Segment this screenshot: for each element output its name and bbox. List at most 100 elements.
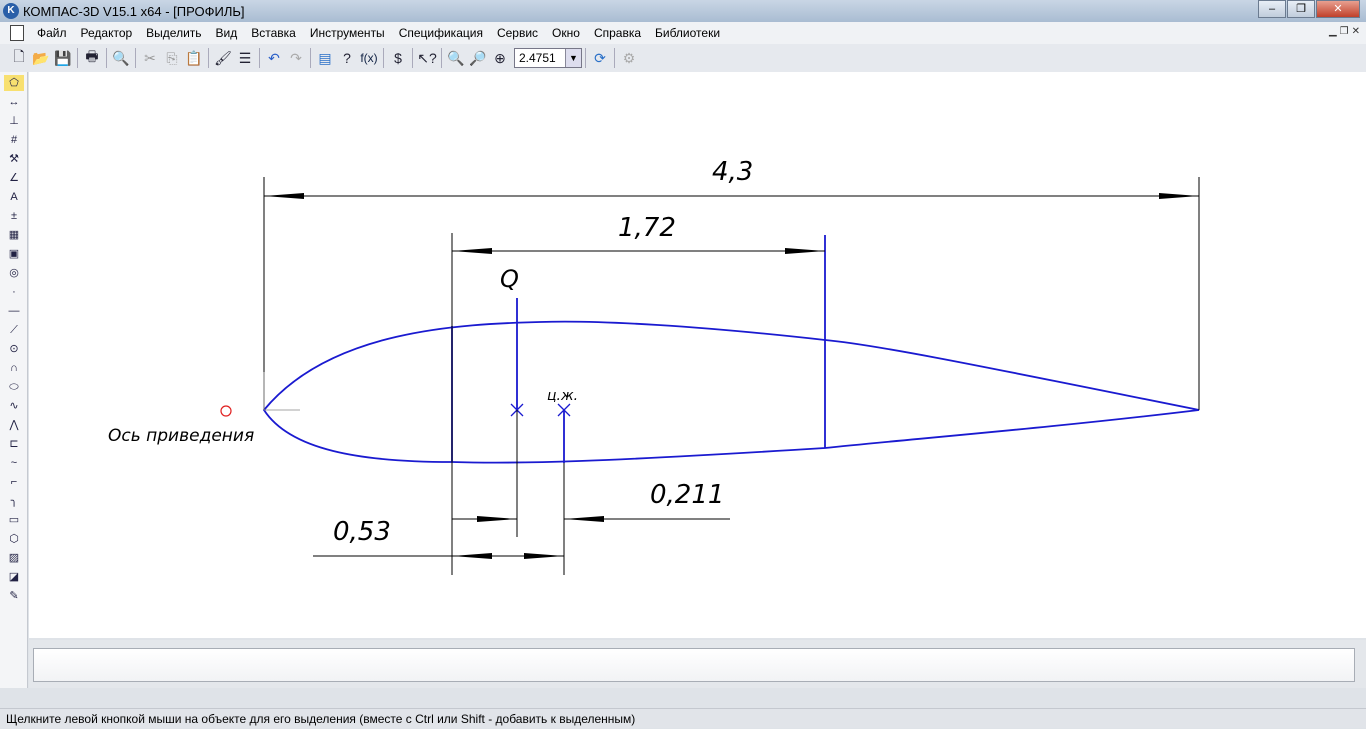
dim-total-label[interactable]: 4,3	[712, 157, 753, 187]
refresh-icon[interactable]: ⟳	[589, 47, 611, 69]
separator	[383, 48, 384, 68]
help-pointer-icon[interactable]: ↖?	[416, 47, 438, 69]
mdi-minimize-button[interactable]: ▁	[1329, 26, 1337, 37]
mdi-close-button[interactable]: ✕	[1352, 26, 1360, 37]
separator	[441, 48, 442, 68]
copy-icon[interactable]: ⎘	[161, 47, 183, 69]
brush-icon[interactable]: 🖌	[212, 47, 234, 69]
edit-icon[interactable]: #	[4, 132, 24, 148]
hatch-icon[interactable]: ▨	[4, 550, 24, 566]
circle-icon[interactable]: ⊙	[4, 341, 24, 357]
segment-icon[interactable]: ⟋	[4, 322, 24, 338]
menu-specification[interactable]: Спецификация	[392, 26, 490, 40]
mdi-restore-button[interactable]: ❐	[1340, 26, 1349, 37]
window-title: КОМПАС-3D V15.1 x64 - [ПРОФИЛЬ]	[23, 3, 245, 19]
open-folder-icon[interactable]: 📂	[30, 47, 52, 69]
fx-icon[interactable]: f(x)	[358, 47, 380, 69]
ellipse-icon[interactable]: ⬭	[4, 379, 24, 395]
menu-help[interactable]: Справка	[587, 26, 648, 40]
chevron-down-icon[interactable]: ▼	[565, 49, 581, 67]
new-file-icon[interactable]: 🗋	[8, 47, 30, 69]
menu-view[interactable]: Вид	[209, 26, 245, 40]
chamfer-icon[interactable]: ⌐	[4, 474, 24, 490]
cut-icon[interactable]: ✂	[139, 47, 161, 69]
separator	[208, 48, 209, 68]
print-preview-icon[interactable]: 🔍	[110, 47, 132, 69]
insert-icon[interactable]: ▣	[4, 246, 24, 262]
dim-chord-label[interactable]: 1,72	[618, 213, 676, 243]
fragment-icon[interactable]: ◎	[4, 265, 24, 281]
arc-icon[interactable]: ∩	[4, 360, 24, 376]
designations-icon[interactable]: ⊥	[4, 113, 24, 129]
separator	[614, 48, 615, 68]
variables-icon[interactable]: ?	[336, 47, 358, 69]
menu-service[interactable]: Сервис	[490, 26, 545, 40]
cg-label: ц.ж.	[547, 388, 578, 404]
separator	[412, 48, 413, 68]
fillet-icon[interactable]: ╮	[4, 493, 24, 509]
spec-icon[interactable]: ±	[4, 208, 24, 224]
menu-select[interactable]: Выделить	[139, 26, 208, 40]
separator	[259, 48, 260, 68]
geometry-icon[interactable]: ⬠	[4, 75, 24, 91]
polyline-icon[interactable]: ⋀	[4, 417, 24, 433]
brush-tool-icon[interactable]: ✎	[4, 588, 24, 604]
dimensions-icon[interactable]: ↔	[4, 94, 24, 110]
separator	[585, 48, 586, 68]
minimize-button[interactable]: –	[1258, 0, 1286, 18]
spline-icon[interactable]: ∿	[4, 398, 24, 414]
separator	[310, 48, 311, 68]
disabled-tool-icon[interactable]: ⚙	[618, 47, 640, 69]
menu-tools[interactable]: Инструменты	[303, 26, 392, 40]
close-button[interactable]: ✕	[1316, 0, 1360, 18]
maximize-button[interactable]: ❐	[1287, 0, 1315, 18]
main-toolbar: 🗋 📂 💾 🖶 🔍 ✂ ⎘ 📋 🖌 ☰ ↶ ↷ ▤ ? f(x) $ ↖? 🔍 …	[0, 44, 1366, 72]
reports-icon[interactable]: ▦	[4, 227, 24, 243]
separator	[106, 48, 107, 68]
command-field[interactable]	[33, 648, 1355, 682]
save-icon[interactable]: 💾	[52, 47, 74, 69]
separator	[77, 48, 78, 68]
manager-icon[interactable]: ▤	[314, 47, 336, 69]
undo-icon[interactable]: ↶	[263, 47, 285, 69]
separator	[135, 48, 136, 68]
dim-right-label[interactable]: 0,211	[650, 480, 724, 510]
title-bar: K КОМПАС-3D V15.1 x64 - [ПРОФИЛЬ] – ❐ ✕	[0, 0, 1366, 22]
document-icon[interactable]	[10, 25, 24, 41]
parametrization-icon[interactable]: ⚒	[4, 151, 24, 167]
zoom-select[interactable]: 2.4751 ▼	[514, 48, 582, 68]
fill-icon[interactable]: ◪	[4, 569, 24, 585]
units-icon[interactable]: $	[387, 47, 409, 69]
drawing-canvas[interactable]: 4,3 1,72 Q ц.ж. 0,211 0,53 Ось приведени…	[29, 72, 1366, 638]
polygon-icon[interactable]: ⬡	[4, 531, 24, 547]
auxline-icon[interactable]: —	[4, 303, 24, 319]
app-logo-icon: K	[3, 3, 19, 19]
zoom-dynamic-icon[interactable]: 🔎	[467, 47, 489, 69]
rectangle-icon[interactable]: ▭	[4, 512, 24, 528]
menu-edit[interactable]: Редактор	[74, 26, 140, 40]
measure-icon[interactable]: ∠	[4, 170, 24, 186]
menu-file[interactable]: Файл	[30, 26, 74, 40]
dimension-lines	[263, 177, 1200, 575]
dim-left-label[interactable]: 0,53	[333, 517, 391, 547]
menu-libraries[interactable]: Библиотеки	[648, 26, 727, 40]
point-icon[interactable]: ·	[4, 284, 24, 300]
zoom-value[interactable]: 2.4751	[515, 49, 565, 67]
properties-icon[interactable]: ☰	[234, 47, 256, 69]
select-icon[interactable]: A	[4, 189, 24, 205]
menu-insert[interactable]: Вставка	[244, 26, 303, 40]
compact-toolbar: ⬠ ↔ ⊥ # ⚒ ∠ A ± ▦ ▣ ◎ · — ⟋ ⊙ ∩ ⬭ ∿ ⋀ ⊏ …	[0, 72, 28, 688]
print-icon[interactable]: 🖶	[81, 47, 103, 69]
drawing: 4,3 1,72 Q ц.ж. 0,211 0,53 Ось приведени…	[108, 157, 1200, 575]
q-label: Q	[500, 265, 519, 293]
paste-icon[interactable]: 📋	[183, 47, 205, 69]
menu-bar: Файл Редактор Выделить Вид Вставка Инстр…	[0, 22, 1366, 44]
zoom-window-icon[interactable]: 🔍	[445, 47, 467, 69]
menu-window[interactable]: Окно	[545, 26, 587, 40]
redo-icon[interactable]: ↷	[285, 47, 307, 69]
contour-icon[interactable]: ⊏	[4, 436, 24, 452]
zoom-in-icon[interactable]: ⊕	[489, 47, 511, 69]
bezier-icon[interactable]: ~	[4, 455, 24, 471]
airfoil-profile[interactable]	[262, 235, 1200, 464]
properties-panel	[29, 640, 1366, 688]
